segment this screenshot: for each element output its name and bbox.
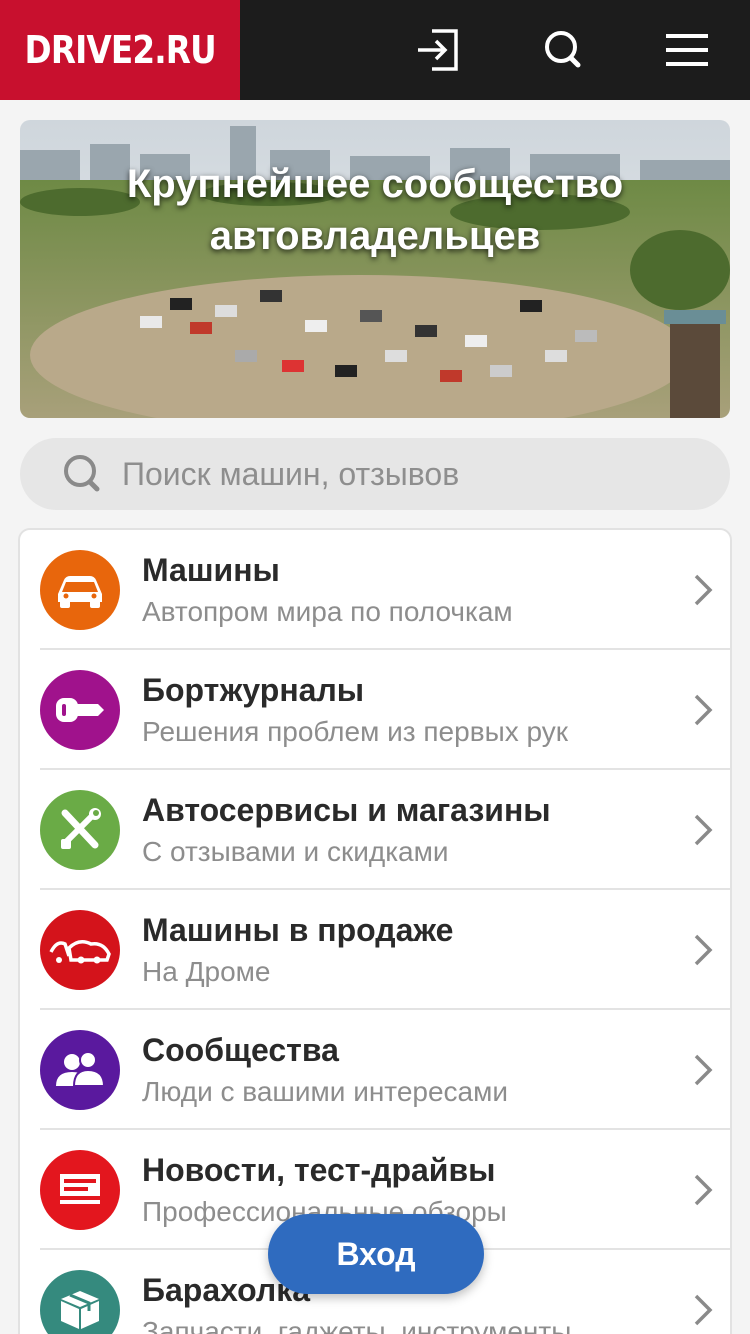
chevron-right-icon [694, 814, 713, 846]
hero-title: Крупнейшее сообщество автовладельцев [126, 162, 624, 258]
list-item-services[interactable]: Автосервисы и магазины С отзывами и скид… [20, 770, 730, 890]
news-icon [40, 1150, 120, 1230]
list-item-title: Сообщества [142, 1032, 339, 1068]
top-bar: DRIVE2.RU [0, 0, 750, 100]
list-item-title: Бортжурналы [142, 672, 365, 708]
list-item-subtitle: Автопром мира по полочкам [142, 596, 513, 627]
chevron-right-icon [694, 694, 713, 726]
car-icon [40, 550, 120, 630]
list-item-title: Машины в продаже [142, 912, 454, 948]
list-item-subtitle: На Дроме [142, 956, 271, 987]
list-item-title: Новости, тест-драйвы [142, 1152, 496, 1188]
list-item-title: Автосервисы и магазины [142, 792, 551, 828]
people-icon [40, 1030, 120, 1110]
list-item-subtitle: С отзывами и скидками [142, 836, 449, 867]
chevron-right-icon [694, 1054, 713, 1086]
chevron-right-icon [694, 934, 713, 966]
chevron-right-icon [694, 574, 713, 606]
sale-cars-icon [40, 910, 120, 990]
chevron-right-icon [694, 1294, 713, 1326]
list-item-logbooks[interactable]: Бортжурналы Решения проблем из первых ру… [20, 650, 730, 770]
box-icon [40, 1270, 120, 1334]
search-field-icon [60, 452, 104, 496]
list-item-subtitle: Люди с вашими интересами [142, 1076, 508, 1107]
chevron-right-icon [694, 1174, 713, 1206]
logo-text: DRIVE2.RU [24, 28, 216, 72]
list-item-subtitle: Запчасти, гаджеты, инструменты [142, 1316, 572, 1334]
list-item-subtitle: Решения проблем из первых рук [142, 716, 568, 747]
search-icon[interactable] [538, 25, 588, 75]
list-item-for-sale[interactable]: Машины в продаже На Дроме [20, 890, 730, 1010]
list-item-title: Машины [142, 552, 280, 588]
list-item-cars[interactable]: Машины Автопром мира по полочкам [20, 530, 730, 650]
hero-banner[interactable]: Крупнейшее сообщество автовладельцев [20, 120, 730, 418]
tools-icon [40, 790, 120, 870]
login-button[interactable]: Вход [268, 1214, 484, 1294]
key-icon [40, 670, 120, 750]
list-item-communities[interactable]: Сообщества Люди с вашими интересами [20, 1010, 730, 1130]
search-input[interactable] [122, 438, 702, 510]
search-bar[interactable] [20, 438, 730, 510]
site-logo[interactable]: DRIVE2.RU [0, 0, 240, 100]
login-icon[interactable] [412, 25, 462, 75]
menu-icon[interactable] [662, 25, 712, 75]
